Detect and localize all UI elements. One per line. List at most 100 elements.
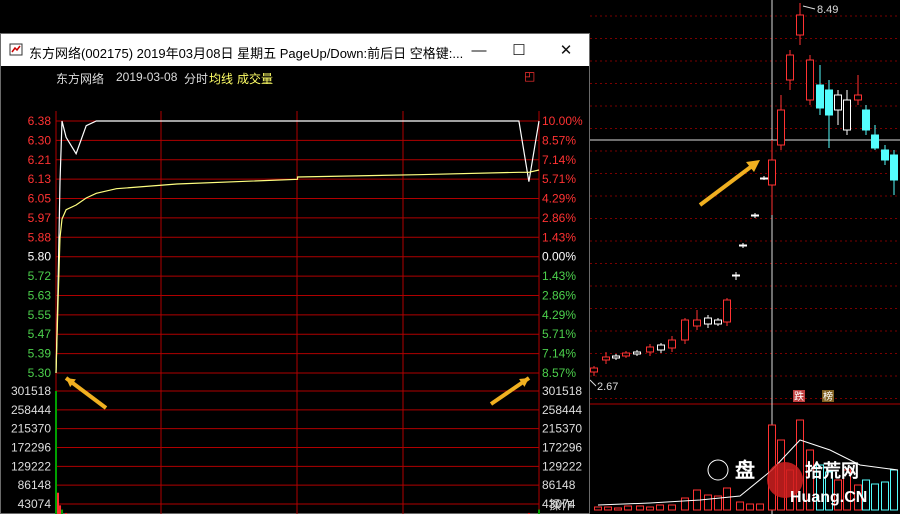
kline-volume-bar [614, 507, 622, 511]
kline-volume-bar [656, 504, 664, 511]
price-tick-label: 5.30 [28, 366, 52, 380]
price-tick-label: 6.30 [28, 133, 52, 147]
candle-body [681, 319, 689, 341]
kline-volume-bar [636, 505, 644, 511]
candle-body [834, 94, 842, 111]
candle-body [871, 134, 879, 149]
kline-volume-bar [756, 503, 764, 511]
candle-body [843, 99, 851, 131]
candle-body [768, 159, 776, 186]
candle-body [612, 355, 620, 359]
watermark-url: Huang.CN [790, 489, 867, 506]
app-icon [9, 43, 23, 56]
pct-tick-label: 10.00% [542, 114, 583, 128]
kline-volume-bar [594, 506, 602, 511]
chart-mode[interactable]: 分时 [184, 70, 208, 87]
pct-tick-label: 4.29% [542, 308, 576, 322]
intraday-window[interactable]: 东方网络(002175) 2019年03月08日 星期五 PageUp/Down… [0, 33, 590, 514]
candle-body [622, 352, 630, 357]
pct-tick-label: 7.14% [542, 153, 576, 167]
minimize-button[interactable]: — [459, 34, 499, 66]
kline-volume-bar [604, 506, 612, 511]
volume-bar [57, 492, 60, 514]
price-tick-label: 6.13 [28, 172, 52, 186]
candle-body [760, 177, 768, 180]
volume-tick-label-right: 129222 [542, 459, 582, 473]
volume-tick-label: 129222 [11, 459, 51, 473]
maximize-button[interactable]: ☐ [499, 34, 539, 66]
price-tick-label: 5.39 [28, 347, 52, 361]
candle-body [739, 244, 747, 247]
window-toggle-icon[interactable]: ◰ [524, 69, 535, 83]
candle-body [806, 59, 814, 101]
volume-tick-label-right: 258444 [542, 403, 582, 417]
price-tick-label: 5.47 [28, 327, 52, 341]
price-tick-label: 5.55 [28, 308, 52, 322]
candle-body [854, 94, 862, 101]
kline-volume-bar [624, 505, 632, 511]
candle-body [732, 274, 740, 277]
close-button[interactable]: ✕ [546, 34, 586, 66]
candle-body [668, 339, 676, 349]
candle-body [693, 319, 701, 327]
pct-tick-label: 4.29% [542, 192, 576, 206]
chart-date: 2019-03-08 [116, 70, 178, 84]
volume-tick-label-right: 301518 [542, 384, 582, 398]
price-tick-label: 5.63 [28, 288, 52, 302]
pct-tick-label: 5.71% [542, 327, 576, 341]
candle-body [646, 346, 654, 353]
pct-tick-label: 1.43% [542, 269, 576, 283]
pct-tick-label: 0.00% [542, 250, 576, 264]
volume-tick-label-right: 172296 [542, 441, 582, 455]
kline-volume-bar [881, 481, 889, 511]
tag-board: 榜 [823, 390, 833, 403]
candle-body [657, 344, 665, 351]
avg-line-label[interactable]: 均线 [209, 70, 233, 87]
kline-volume-bar [704, 494, 712, 511]
pct-tick-label: 8.57% [542, 366, 576, 380]
price-tick-label: 5.97 [28, 211, 52, 225]
price-tick-label: 6.05 [28, 192, 52, 206]
kline-annotation-arrow [698, 164, 754, 207]
kline-volume-bar [736, 501, 744, 511]
low-pointer [589, 379, 597, 387]
low-price-label: 2.67 [597, 381, 618, 393]
pct-tick-label: 1.43% [542, 230, 576, 244]
candle-body [825, 89, 833, 116]
candle-body [602, 356, 610, 361]
candle-body [862, 109, 870, 131]
volume-tick-label: 215370 [11, 422, 51, 436]
volume-tick-label: 86148 [18, 478, 52, 492]
candle-body [590, 367, 598, 373]
window-titlebar[interactable]: 东方网络(002175) 2019年03月08日 星期五 PageUp/Down… [1, 34, 589, 66]
stock-name: 东方网络 [56, 72, 105, 86]
candle-body [816, 84, 824, 109]
pct-tick-label: 7.14% [542, 347, 576, 361]
kline-volume-bar [681, 497, 689, 511]
candle-body [777, 109, 785, 146]
intraday-chart[interactable]: 6.38 10.00% 6.30 8.57% 6.21 7.14% 6.13 5.71% 6.0… [1, 86, 589, 514]
pct-tick-label: 2.86% [542, 288, 576, 302]
volume-bar [61, 509, 64, 514]
candle-body [723, 299, 731, 323]
kline-volume-bar [746, 503, 754, 511]
candle-body [786, 54, 794, 81]
candle-body [881, 149, 889, 161]
candle-body [796, 14, 804, 36]
volume-bar [59, 505, 62, 514]
chart-header: 东方网络 2019-03-08 分时 均线 成交量 ◰ [1, 67, 589, 86]
candle-body [704, 317, 712, 325]
watermark-text-2: 拾荒网 [805, 460, 859, 481]
price-tick-label: 5.80 [28, 250, 52, 264]
operate-menu[interactable]: 操作 [549, 496, 573, 513]
volume-tick-label: 172296 [11, 441, 51, 455]
volume-tick-label-right: 86148 [542, 478, 576, 492]
candle-body [890, 154, 898, 181]
volume-label[interactable]: 成交量 [237, 70, 273, 87]
kline-volume-bar [723, 487, 731, 511]
volume-tick-label: 258444 [11, 403, 51, 417]
volume-tick-label: 43074 [18, 497, 52, 511]
price-tick-label: 5.72 [28, 269, 52, 283]
wechat-icon [707, 459, 729, 481]
volume-bar [55, 391, 57, 514]
